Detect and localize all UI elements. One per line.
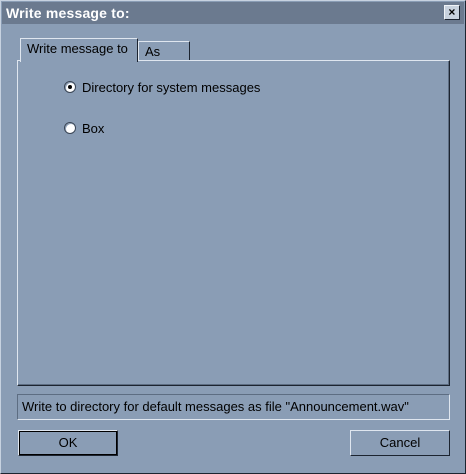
option-label: Box: [82, 120, 105, 136]
dialog-window: Write message to: × Write message to As …: [0, 0, 466, 474]
tab-write-message-to[interactable]: Write message to: [20, 38, 138, 62]
title-bar[interactable]: Write message to: ×: [2, 2, 464, 24]
tab-panel-inner: [18, 61, 449, 385]
close-button[interactable]: ×: [444, 5, 460, 20]
radio-button-checked[interactable]: [64, 81, 76, 93]
ok-button[interactable]: OK: [18, 430, 118, 456]
option-box[interactable]: Box: [64, 120, 104, 136]
tab-label: Write message to: [27, 41, 128, 56]
option-label: Directory for system messages: [82, 79, 261, 95]
radio-button[interactable]: [64, 122, 76, 134]
close-icon: ×: [448, 5, 456, 19]
tab-as[interactable]: As: [138, 41, 190, 61]
status-description: Write to directory for default messages …: [17, 394, 450, 420]
window-title: Write message to:: [6, 5, 130, 21]
tab-panel: Directory for system messages Box: [17, 60, 450, 386]
option-system-directory[interactable]: Directory for system messages: [64, 79, 260, 95]
cancel-button[interactable]: Cancel: [350, 430, 450, 456]
tab-label: As: [145, 44, 161, 59]
